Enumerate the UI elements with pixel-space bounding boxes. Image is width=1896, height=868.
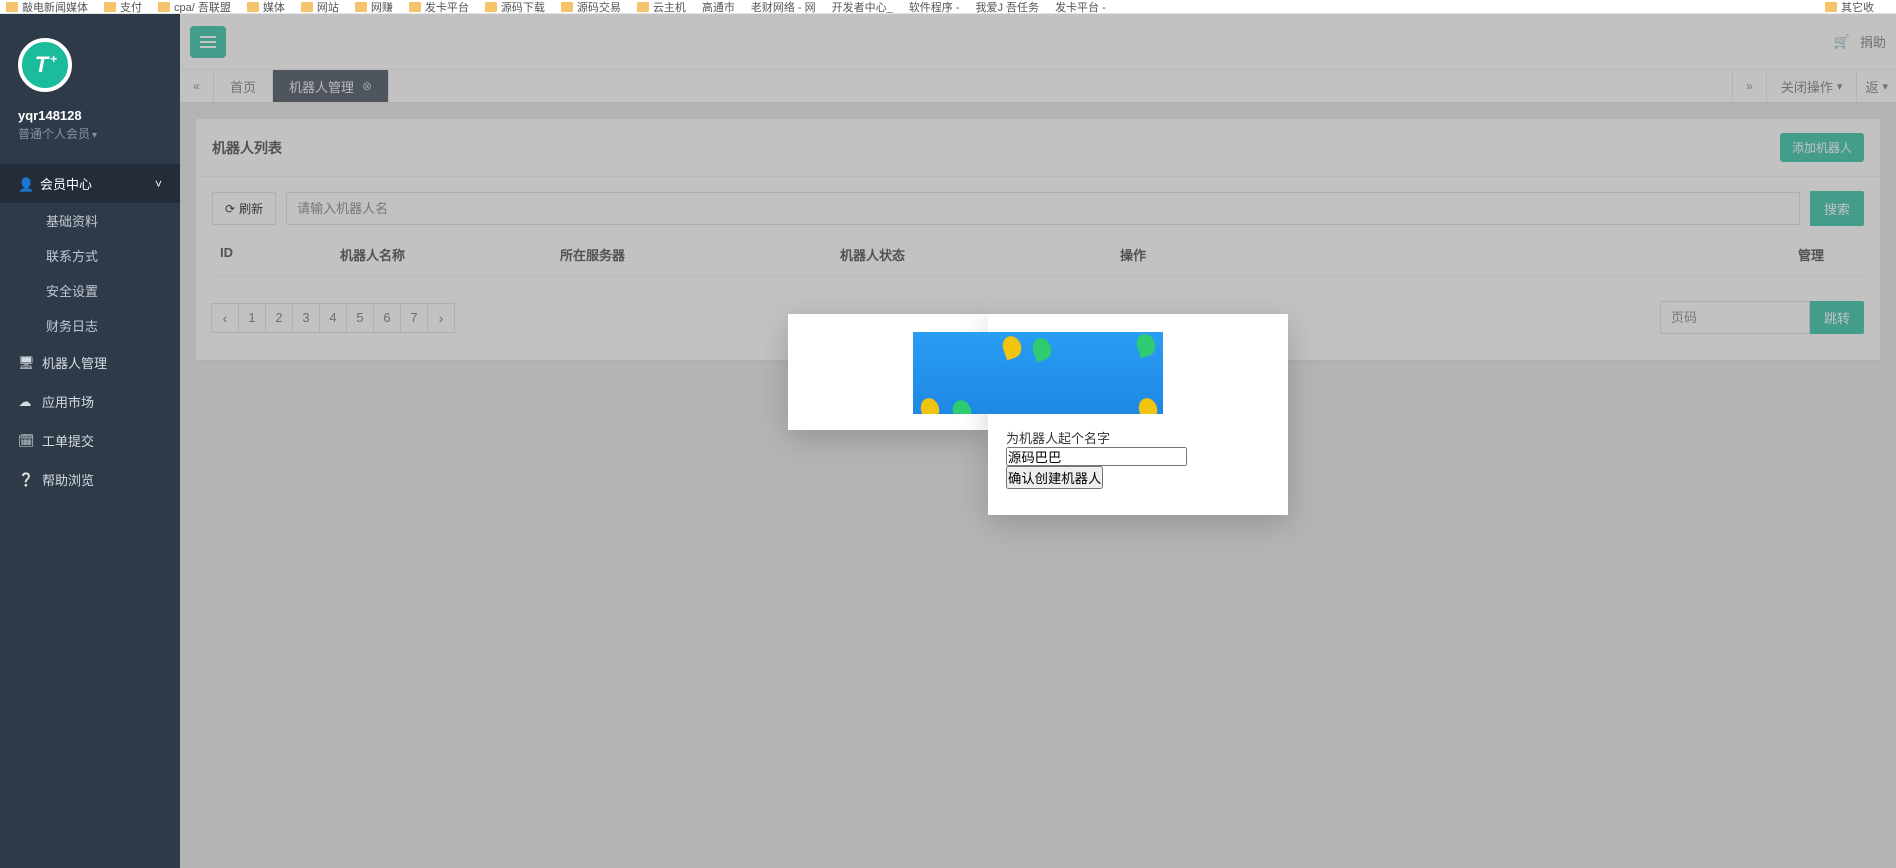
folder-icon [104, 2, 116, 12]
folder-icon [561, 2, 573, 12]
folder-icon [409, 2, 421, 12]
help-icon: ❔ [18, 472, 32, 488]
leaf-icon [950, 398, 974, 414]
create-robot-modal: 为机器人起个名字 确认创建机器人 [788, 314, 988, 430]
leaf-icon [1000, 334, 1024, 361]
bookmark-item[interactable]: 网站 [301, 0, 339, 14]
folder-icon [301, 2, 313, 12]
chevron-down-icon: ˅ [155, 177, 162, 191]
bookmark-item[interactable]: 媒体 [247, 0, 285, 14]
nav-market[interactable]: ☁应用市场 [0, 382, 180, 421]
nav-member-sub: 基础资料 联系方式 安全设置 财务日志 [0, 203, 180, 343]
folder-icon [158, 2, 170, 12]
bookmark-item[interactable]: 敲电新闻媒体 [6, 0, 88, 14]
nav-contact[interactable]: 联系方式 [0, 238, 180, 273]
bookmark-item[interactable]: 我爱J 吾任务 [976, 0, 1040, 14]
nav-ticket[interactable]: 🗓工单提交 [0, 421, 180, 460]
bookmark-item[interactable]: 云主机 [637, 0, 686, 14]
folder-icon [247, 2, 259, 12]
calendar-icon: 🗓 [18, 433, 32, 449]
main: 🛒 捐助 « 首页 机器人管理 ⊗ » 关闭操作 返 机器人列表 添加机 [180, 14, 1896, 868]
bookmark-item[interactable]: 软件程序 - [909, 0, 960, 14]
bookmark-item[interactable]: 老财网络 - 网 [751, 0, 816, 14]
bookmark-item[interactable]: 其它收 [1825, 0, 1874, 14]
folder-icon [485, 2, 497, 12]
bookmark-item[interactable]: 发卡平台 [409, 0, 469, 14]
modal-label: 为机器人起个名字 [1006, 428, 1270, 447]
confirm-create-button[interactable]: 确认创建机器人 [1006, 466, 1103, 489]
profile-block: T+ yqr148128 普通个人会员 [0, 14, 180, 158]
monitor-icon: 🖥 [18, 355, 32, 371]
robot-name-field[interactable] [1006, 447, 1187, 466]
bookmark-item[interactable]: cpa/ 吾联盟 [158, 0, 231, 14]
nav-profile[interactable]: 基础资料 [0, 203, 180, 238]
bookmark-item[interactable]: 高通市 [702, 0, 735, 14]
nav-security[interactable]: 安全设置 [0, 273, 180, 308]
user-role-dropdown[interactable]: 普通个人会员 [18, 125, 164, 142]
folder-icon [6, 2, 18, 12]
leaf-icon [1136, 396, 1160, 414]
bookmark-item[interactable]: 开发者中心_ [832, 0, 893, 14]
leaf-icon [1030, 336, 1054, 363]
folder-icon [355, 2, 367, 12]
nav-finance[interactable]: 财务日志 [0, 308, 180, 343]
bookmark-item[interactable]: 网赚 [355, 0, 393, 14]
bookmark-item[interactable]: 发卡平台 - [1055, 0, 1106, 14]
username: yqr148128 [18, 108, 164, 123]
avatar: T+ [18, 38, 72, 92]
bookmark-item[interactable]: 支付 [104, 0, 142, 14]
leaf-icon [1134, 332, 1158, 358]
modal-banner [913, 332, 1163, 414]
nav-robot[interactable]: 🖥机器人管理 [0, 343, 180, 382]
folder-icon [1825, 2, 1837, 12]
bookmark-item[interactable]: 源码交易 [561, 0, 621, 14]
sidebar: T+ yqr148128 普通个人会员 👤会员中心 ˅ 基础资料 联系方式 安全… [0, 14, 180, 868]
folder-icon [637, 2, 649, 12]
nav: 👤会员中心 ˅ 基础资料 联系方式 安全设置 财务日志 🖥机器人管理 ☁应用市场… [0, 164, 180, 499]
bookmark-bar: 敲电新闻媒体 支付 cpa/ 吾联盟 媒体 网站 网赚 发卡平台 源码下载 源码… [0, 0, 1896, 14]
nav-help[interactable]: ❔帮助浏览 [0, 460, 180, 499]
nav-member-center[interactable]: 👤会员中心 ˅ [0, 164, 180, 203]
bookmark-item[interactable]: 源码下载 [485, 0, 545, 14]
cloud-icon: ☁ [18, 394, 32, 410]
user-icon: 👤 [18, 177, 32, 193]
leaf-icon [918, 396, 942, 414]
